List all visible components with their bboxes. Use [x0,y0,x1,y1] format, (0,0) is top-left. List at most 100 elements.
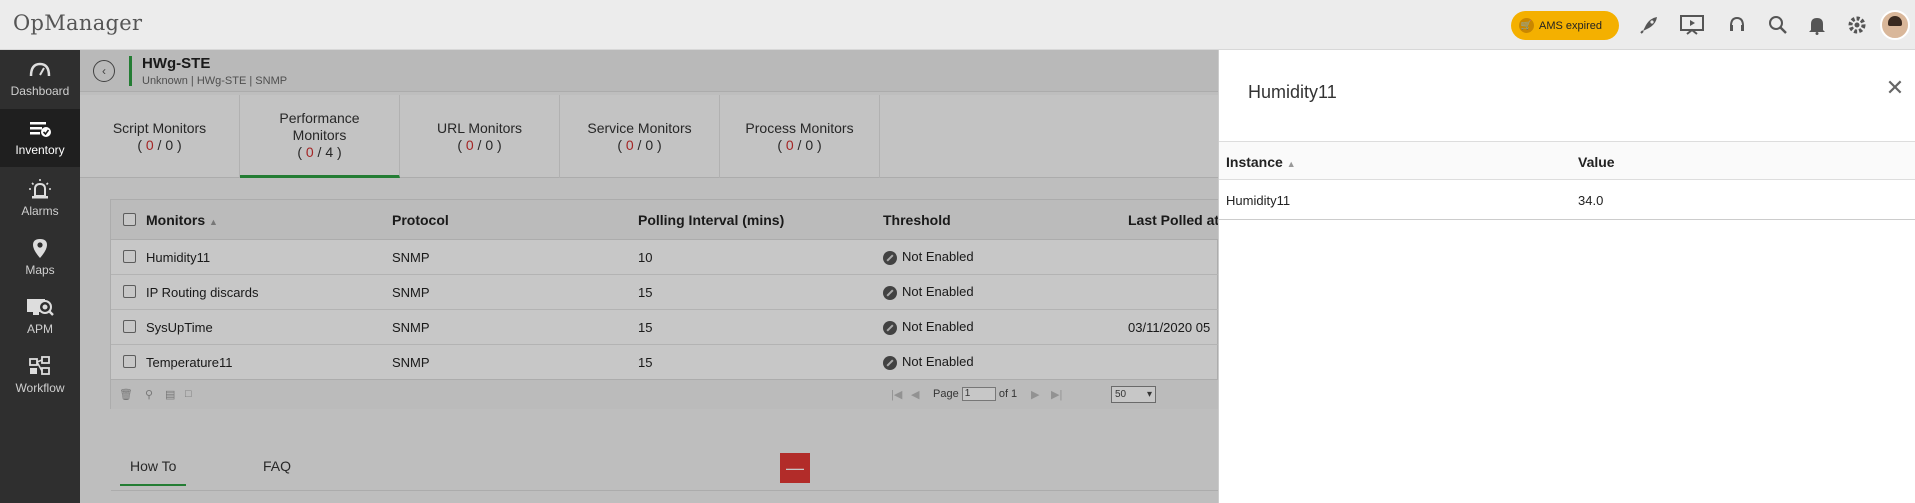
table-row[interactable]: Humidity11 SNMP 10 Not Enabled [111,240,1219,275]
row-checkbox[interactable] [123,250,136,263]
select-all-checkbox[interactable] [123,213,136,226]
alarm-light-icon [29,179,51,199]
cart-icon: 🛒 [1519,18,1534,33]
threshold-status: Not Enabled [883,284,974,300]
workflow-icon [29,356,50,375]
gear-icon[interactable] [1844,12,1870,38]
tab-count: ( 0 / 0 ) [137,136,182,153]
tab-count: ( 0 / 0 ) [617,136,662,153]
column-header-threshold[interactable]: Threshold [883,212,951,228]
nav-workflow[interactable]: Workflow [0,345,80,403]
nav-apm[interactable]: APM [0,286,80,344]
nav-alarms-label: Alarms [21,204,59,218]
column-header-last-polled[interactable]: Last Polled at [1128,212,1219,228]
monitors-table: Monitors ▲ Protocol Polling Interval (mi… [110,199,1219,409]
nav-inventory[interactable]: Inventory [0,109,80,167]
tab-service-monitors[interactable]: Service Monitors ( 0 / 0 ) [560,95,720,178]
not-enabled-icon [883,320,897,335]
next-page-icon[interactable]: ▶ [1031,388,1039,401]
rocket-icon[interactable] [1636,12,1662,38]
column-header-polling-interval[interactable]: Polling Interval (mins) [638,212,784,228]
threshold-status: Not Enabled [883,354,974,370]
column-header-monitors[interactable]: Monitors ▲ [146,212,218,228]
pager: Page 1 of 1 [933,387,1018,401]
column-header-instance[interactable]: Instance ▲ [1226,154,1296,170]
delete-icon[interactable]: 🗑 [119,388,133,401]
row-checkbox[interactable] [123,355,136,368]
monitor-name[interactable]: SysUpTime [146,320,213,335]
tab-faq[interactable]: FAQ [253,458,301,484]
nav-dashboard[interactable]: Dashboard [0,50,80,108]
tab-script-monitors[interactable]: Script Monitors ( 0 / 0 ) [80,95,240,178]
map-pin-icon [33,239,47,258]
search-icon[interactable] [1765,12,1791,38]
monitor-name[interactable]: Humidity11 [146,250,210,265]
nav-apm-label: APM [26,322,53,336]
speedometer-icon [29,62,51,77]
nav-maps[interactable]: Maps [0,227,80,285]
not-enabled-icon [883,355,897,370]
row-checkbox[interactable] [123,285,136,298]
table-row[interactable]: SysUpTime SNMP 15 Not Enabled 03/11/2020… [111,310,1219,345]
nav-alarms[interactable]: Alarms [0,168,80,226]
not-enabled-icon [883,250,897,265]
first-page-icon[interactable]: |◀ [891,388,902,401]
polling-interval: 15 [638,355,653,370]
monitor-name[interactable]: IP Routing discards [146,285,259,300]
search-icon[interactable]: ⚲ [145,388,153,401]
ams-label: AMS expired [1539,19,1602,32]
column-header-value[interactable]: Value [1578,154,1615,170]
table-footer: 🗑 ⚲ ▤ □ |◀ ◀ Page 1 of 1 ▶ ▶| 50 ▾ [111,379,1219,409]
user-avatar[interactable] [1880,10,1910,40]
tab-url-monitors[interactable]: URL Monitors ( 0 / 0 ) [400,95,560,178]
table-row: Humidity11 34.0 [1219,180,1915,220]
threshold-status: Not Enabled [883,249,974,265]
sort-icon: ▲ [209,217,218,227]
protocol: SNMP [392,250,430,265]
inventory-list-icon [30,122,51,137]
prev-page-icon[interactable]: ◀ [911,388,919,401]
protocol: SNMP [392,355,430,370]
threshold-status: Not Enabled [883,319,974,335]
instance-name: Humidity11 [1226,193,1291,208]
page-size-select[interactable]: 50 ▾ [1111,386,1156,403]
status-bar [129,56,132,86]
bell-icon[interactable] [1804,12,1830,38]
close-icon[interactable]: ✕ [1884,77,1906,99]
polling-interval: 10 [638,250,653,265]
presentation-icon[interactable] [1679,12,1705,38]
ams-expired-badge[interactable]: 🛒 AMS expired [1511,11,1619,40]
nav-inventory-label: Inventory [15,143,65,157]
instance-value: 34.0 [1578,193,1604,208]
instance-table-header: Instance ▲ Value [1219,141,1915,180]
help-tabs: How To FAQ [111,450,1218,491]
protocol: SNMP [392,320,430,335]
column-header-protocol[interactable]: Protocol [392,212,449,228]
monitor-tabs: Script Monitors ( 0 / 0 ) Performance Mo… [80,95,1218,178]
monitor-name[interactable]: Temperature11 [146,355,232,370]
tab-performance-monitors[interactable]: Performance Monitors ( 0 / 4 ) [240,95,400,178]
nav-maps-label: Maps [25,263,55,277]
monitor-detail-panel: Humidity11 ✕ Instance ▲ Value Humidity11… [1218,50,1915,503]
not-enabled-icon [883,285,897,300]
tab-count: ( 0 / 0 ) [457,136,502,153]
tab-process-monitors[interactable]: Process Monitors ( 0 / 0 ) [720,95,880,178]
tab-how-to[interactable]: How To [120,458,187,486]
headset-icon[interactable] [1724,12,1750,38]
row-checkbox[interactable] [123,320,136,333]
tab-count: ( 0 / 0 ) [777,136,822,153]
minimize-button[interactable]: — [780,453,810,483]
page-input[interactable]: 1 [961,387,996,401]
print-icon[interactable]: □ [185,388,192,400]
app-logo: OpManager [13,11,143,35]
main-content: ‹ HWg-STE Unknown | HWg-STE | SNMP Scrip… [80,50,1219,503]
nav-workflow-label: Workflow [15,381,65,395]
top-bar: OpManager 🛒 AMS expired [0,0,1915,50]
back-arrow-icon[interactable]: ‹ [93,60,115,82]
nav-dashboard-label: Dashboard [10,84,70,98]
export-icon[interactable]: ▤ [165,388,175,401]
panel-title: Humidity11 [1248,82,1337,102]
table-row[interactable]: Temperature11 SNMP 15 Not Enabled [111,345,1219,380]
table-row[interactable]: IP Routing discards SNMP 15 Not Enabled [111,275,1219,310]
last-page-icon[interactable]: ▶| [1051,388,1062,401]
